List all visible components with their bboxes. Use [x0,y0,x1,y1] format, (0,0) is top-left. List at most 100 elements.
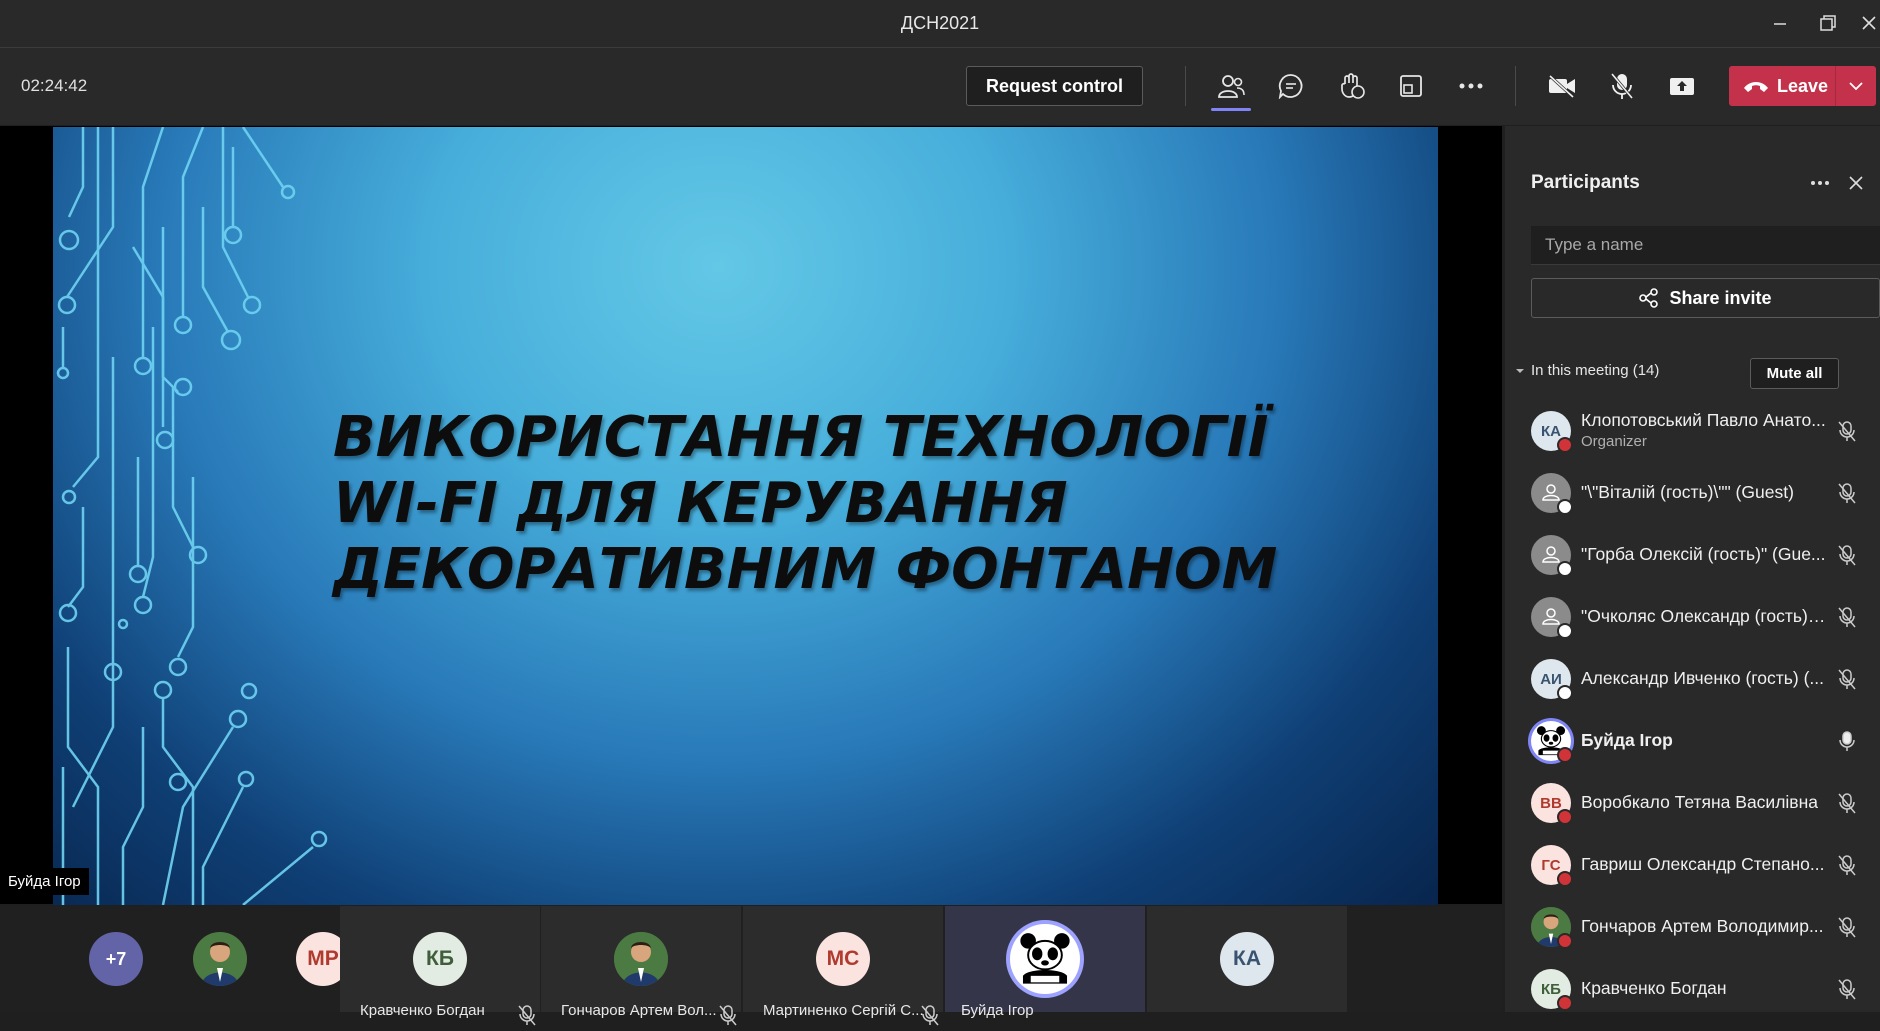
participant-name: Кравченко Богдан [1581,978,1727,998]
participant-name: "Очколяс Олександр (гость)"... [1581,606,1826,626]
mute-all-button[interactable]: Mute all [1750,358,1839,389]
participant-row[interactable]: ГС Гавриш Олександр Степано... [1505,834,1880,896]
participant-video-tile[interactable]: КА [1147,906,1347,1012]
share-invite-label: Share invite [1669,287,1772,308]
tile-avatar: КА [1220,932,1274,986]
mic-muted-icon [1838,979,1856,1000]
share-link-icon [1639,288,1659,308]
participant-row[interactable]: ВВ Воробкало Тетяна Василівна [1505,772,1880,834]
participant-list: КА Клопотовський Павло Анато... Organizer "… [1505,400,1880,1020]
mic-muted-icon [516,1004,536,1026]
participant-name: Буйда Ігор [1581,730,1673,750]
restore-button[interactable] [1813,8,1843,38]
window-title: ДСН2021 [900,13,980,33]
chat-icon [1278,74,1303,99]
section-label: In this meeting (14) [1531,362,1660,379]
meeting-timer: 02:24:42 [21,76,88,95]
mic-muted-icon [1838,421,1856,442]
circuit-decoration [56,127,328,905]
participant-row[interactable]: Буйда Ігор [1505,710,1880,772]
participant-search-input[interactable] [1531,226,1880,265]
chat-button[interactable] [1271,66,1311,106]
camera-toggle-button[interactable] [1542,66,1582,106]
mic-muted-icon [1838,917,1856,938]
mic-muted-icon[interactable] [1836,668,1858,690]
participant-name: Александр Ивченко (гость) (... [1581,668,1825,688]
mic-muted-icon[interactable] [1836,606,1858,628]
mic-muted-icon[interactable] [1836,544,1858,566]
mic-muted-icon [1838,545,1856,566]
slide-title-line: ДЕКОРАТИВНИМ ФОНТАНОМ [333,537,1278,602]
busy-status-icon [1557,437,1573,453]
more-icon [1459,83,1483,89]
busy-status-icon [1557,747,1573,763]
breakout-rooms-button[interactable] [1391,66,1431,106]
mic-muted-icon[interactable] [1836,482,1858,504]
participant-name: "Горба Олексій (гость)" (Gue... [1581,544,1826,564]
close-window-button[interactable] [1858,8,1880,38]
slide-title-line: ВИКОРИСТАННЯ ТЕХНОЛОГІЇ [333,405,1269,470]
tile-avatar [1010,924,1080,994]
caret-down-icon [1516,368,1524,373]
close-icon [1849,176,1863,190]
participant-role: Organizer [1581,433,1647,450]
reactions-button[interactable] [1331,66,1371,106]
reactions-icon [1341,73,1365,99]
guest-status-icon [1557,561,1573,577]
mic-muted-icon[interactable] [1836,978,1858,1000]
mic-muted-icon [1838,669,1856,690]
busy-status-icon [1557,871,1573,887]
participant-row[interactable]: "Горба Олексій (гость)" (Gue... [1505,524,1880,586]
active-tab-indicator [1211,108,1251,111]
slide-title-line: WI-FI ДЛЯ КЕРУВАННЯ [333,471,1068,536]
mic-off-icon [1610,73,1634,99]
participant-row[interactable]: "\"Віталій (гость)\"" (Guest) [1505,462,1880,524]
mic-muted-icon[interactable] [1836,854,1858,876]
mic-muted-icon [717,1004,737,1026]
participant-video-tile[interactable]: МС Мартиненко Сергій С... [743,906,943,1026]
participant-video-tile[interactable]: КБ Кравченко Богдан [340,906,540,1026]
chevron-down-icon[interactable] [1848,81,1864,91]
mic-muted-icon [1838,483,1856,504]
tile-name: Кравченко Богдан [360,1002,485,1019]
mic-muted-icon[interactable] [1836,792,1858,814]
slide-title: ВИКОРИСТАННЯ ТЕХНОЛОГІЇ WI-FI ДЛЯ КЕРУВА… [333,405,1277,603]
request-control-button[interactable]: Request control [966,66,1143,106]
mic-muted-icon[interactable] [1836,420,1858,442]
mic-toggle-button[interactable] [1602,66,1642,106]
mic-muted-icon [719,1005,737,1026]
mic-icon[interactable] [1836,730,1858,752]
overflow-participants-button[interactable]: +7 [89,932,143,986]
panel-more-button[interactable] [1805,168,1835,198]
panel-close-button[interactable] [1845,172,1867,194]
participant-video-tile[interactable]: Гончаров Артем Вол... [541,906,741,1026]
toolbar-divider [1185,66,1186,106]
participant-row[interactable]: КБ Кравченко Богдан [1505,958,1880,1020]
mic-muted-icon [518,1005,536,1026]
guest-status-icon [1557,499,1573,515]
participant-row[interactable]: "Очколяс Олександр (гость)"... [1505,586,1880,648]
participant-row[interactable]: Гончаров Артем Володимир... [1505,896,1880,958]
share-icon [1670,78,1694,95]
mic-muted-icon[interactable] [1836,916,1858,938]
participant-row[interactable]: АИ Александр Ивченко (гость) (... [1505,648,1880,710]
leave-button[interactable]: Leave [1729,66,1876,106]
participants-button[interactable] [1211,66,1251,106]
mic-muted-icon [919,1004,939,1026]
share-content-button[interactable] [1662,66,1702,106]
tile-name: Мартиненко Сергій С... [763,1002,924,1019]
tile-name: Гончаров Артем Вол... [561,1002,717,1019]
title-bar: ДСН2021 [0,0,1880,48]
person-photo-icon [614,932,668,986]
participant-row[interactable]: КА Клопотовський Павло Анато... Organizer [1505,400,1880,462]
meeting-toolbar: 02:24:42 Request control Leave [0,48,1880,125]
participant-name: "\"Віталій (гость)\"" (Guest) [1581,482,1794,502]
more-actions-button[interactable] [1451,66,1491,106]
in-meeting-section-toggle[interactable]: In this meeting (14) [1515,362,1659,379]
camera-off-icon [1548,74,1575,98]
share-invite-button[interactable]: Share invite [1531,278,1880,318]
participant-video-tile[interactable]: Буйда Ігор [945,906,1145,1019]
tile-name: Буйда Ігор [961,1002,1034,1019]
panda-logo-icon [1011,925,1079,993]
minimize-button[interactable] [1765,8,1795,38]
